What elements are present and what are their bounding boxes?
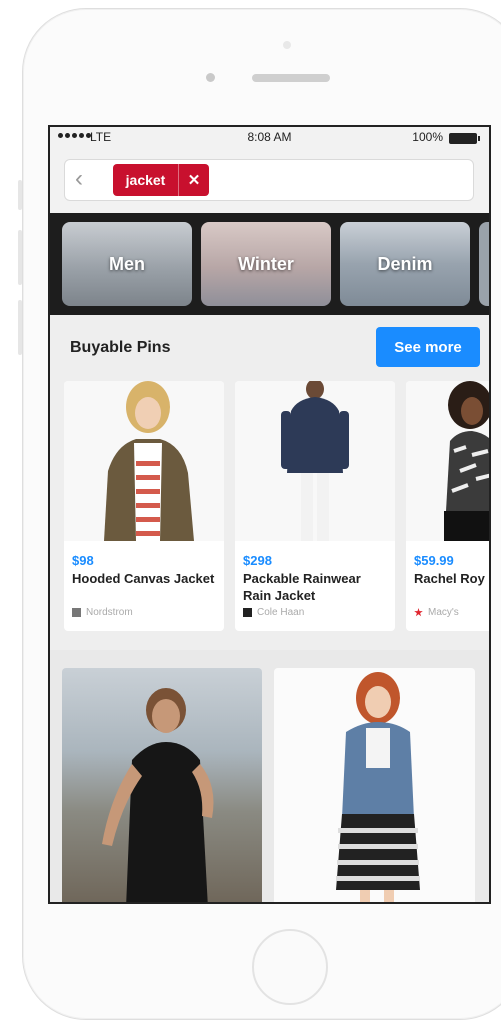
guide-label: Denim xyxy=(377,253,433,274)
guide-label: Men xyxy=(109,253,145,274)
proximity-sensor xyxy=(206,73,215,82)
search-token-chip[interactable]: jacket ✕ xyxy=(113,164,209,196)
search-token-label: jacket xyxy=(125,172,166,188)
product-card[interactable]: $98 Hooded Canvas Jacket Nordstrom xyxy=(64,381,224,631)
store-logo-icon xyxy=(243,608,252,617)
denim-vest-photo xyxy=(336,672,420,902)
search-header: ‹ jacket ✕ xyxy=(50,149,489,213)
status-bar: LTE 8:08 AM 100% xyxy=(50,127,489,149)
rain-jacket-photo xyxy=(235,381,395,541)
guide-tile-winter[interactable]: Winter xyxy=(201,222,331,306)
search-input[interactable]: ‹ jacket ✕ xyxy=(64,159,474,201)
star-logo-icon xyxy=(414,608,423,617)
guide-tile-denim[interactable]: Denim xyxy=(340,222,470,306)
product-price: $98 xyxy=(72,553,94,568)
pin-image[interactable] xyxy=(62,668,262,902)
product-name: Hooded Canvas Jacket xyxy=(72,571,215,586)
store-name: Nordstrom xyxy=(86,607,133,618)
store-logo-icon xyxy=(72,608,81,617)
battery-icon xyxy=(449,133,480,144)
product-store: Macy's xyxy=(414,607,459,618)
see-more-button[interactable]: See more xyxy=(376,327,480,367)
battery-percentage: 100% xyxy=(412,130,443,144)
back-chevron-icon[interactable]: ‹ xyxy=(75,166,83,192)
store-name: Cole Haan xyxy=(257,607,305,618)
front-camera xyxy=(283,41,291,49)
mute-switch xyxy=(18,180,22,210)
product-image xyxy=(406,381,489,541)
product-card[interactable]: $59.99 Rachel Roy Elbow-Slee Macy's xyxy=(406,381,489,631)
product-price: $298 xyxy=(243,553,272,568)
product-price: $59.99 xyxy=(414,553,454,568)
product-image xyxy=(235,381,395,541)
product-image xyxy=(64,381,224,541)
product-store: Nordstrom xyxy=(72,607,133,618)
blouse-photo xyxy=(406,381,489,541)
product-card[interactable]: $298 Packable Rainwear Rain Jacket Cole … xyxy=(235,381,395,631)
pin-image[interactable] xyxy=(274,668,475,902)
guide-tile-men[interactable]: Men xyxy=(62,222,192,306)
product-name: Rachel Roy Elbow-Slee xyxy=(414,571,489,586)
pin-feed xyxy=(50,650,489,902)
close-icon[interactable]: ✕ xyxy=(178,164,209,196)
product-store: Cole Haan xyxy=(243,607,304,618)
app-screen: LTE 8:08 AM 100% ‹ jacket ✕ Men Winter D… xyxy=(48,125,491,904)
product-name: Packable Rainwear Rain Jacket xyxy=(243,571,361,603)
volume-down-button xyxy=(18,300,22,355)
earpiece-speaker xyxy=(252,74,330,82)
section-title: Buyable Pins xyxy=(70,339,171,356)
home-button[interactable] xyxy=(252,929,328,1005)
jacket-photo xyxy=(64,381,224,541)
store-name: Macy's xyxy=(428,607,459,618)
guided-search-row: Men Winter Denim xyxy=(50,213,489,315)
buyable-pins-section: Buyable Pins See more $98 Hooded Canvas … xyxy=(50,315,489,650)
volume-up-button xyxy=(18,230,22,285)
guide-label: Winter xyxy=(238,253,294,274)
guide-tile-partial[interactable] xyxy=(479,222,489,306)
runner-photo xyxy=(102,688,214,902)
